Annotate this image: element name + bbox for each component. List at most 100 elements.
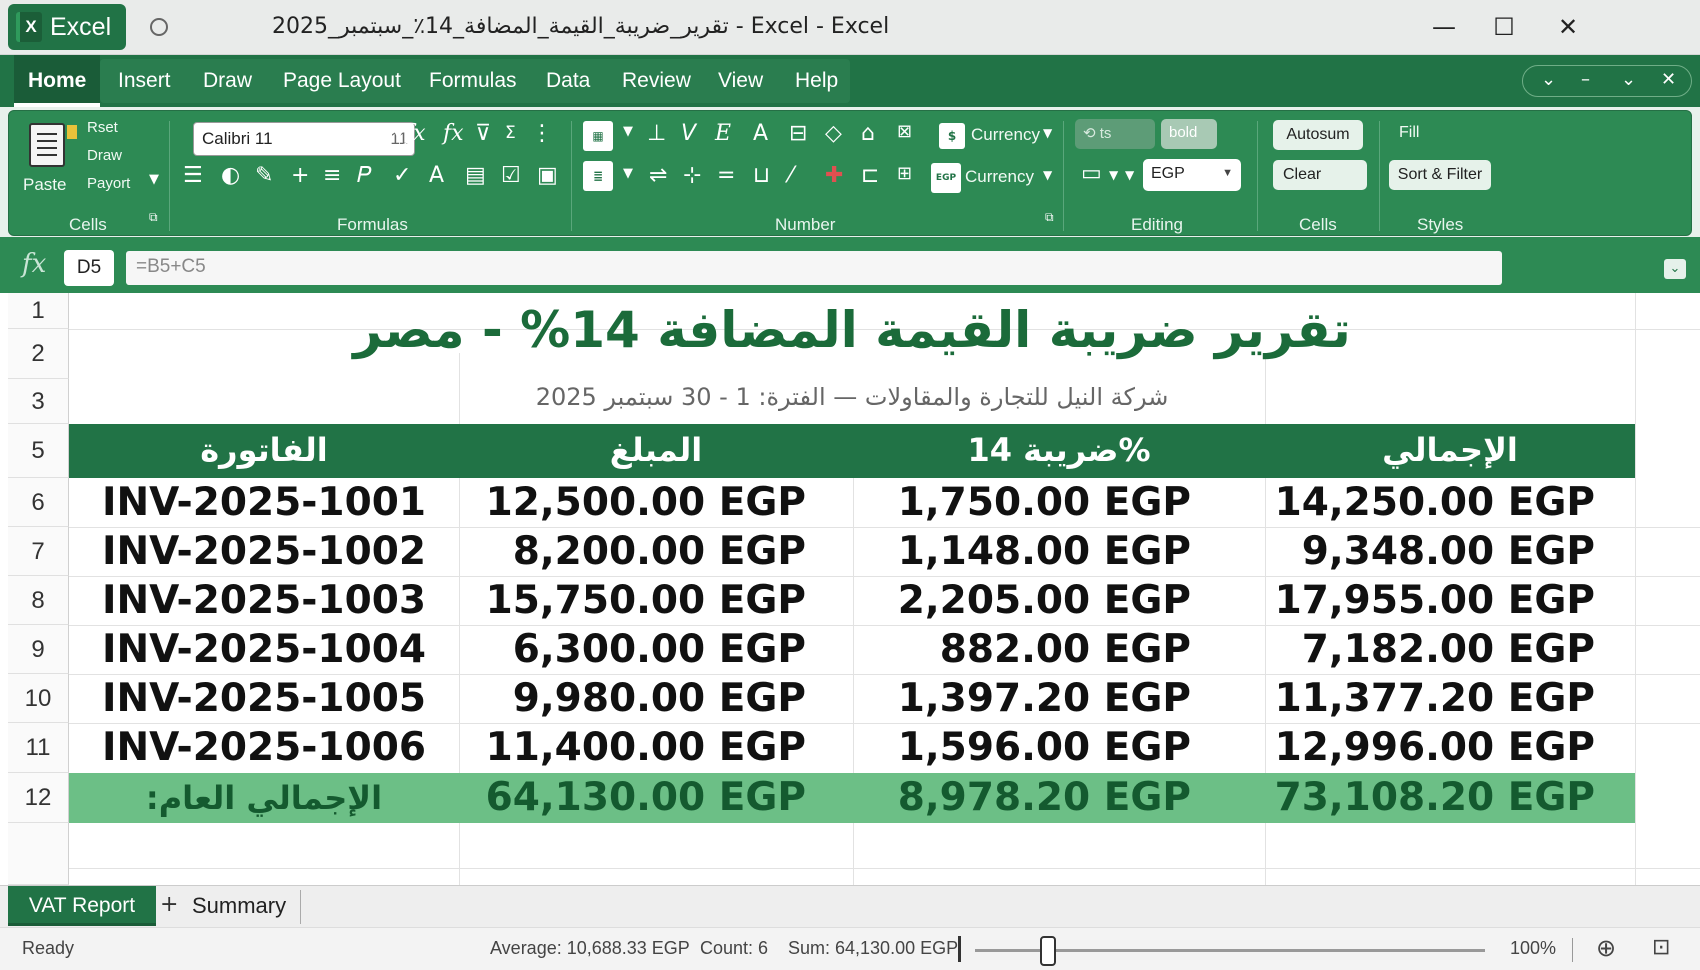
egp-select[interactable]: EGP ▼ (1143, 159, 1241, 191)
page-layout-view-icon[interactable]: ⊕ (1596, 934, 1616, 963)
header-total[interactable]: الإجمالي (1265, 424, 1635, 478)
chevron-down-icon[interactable]: ▼ (1043, 169, 1052, 181)
table-cell[interactable]: 1,750.00 EGP (853, 479, 1191, 527)
italic-icon[interactable]: 𝑃 (357, 165, 371, 187)
status-average[interactable]: Average: 10,688.33 EGP (490, 938, 690, 959)
tab-review[interactable]: Review (608, 55, 705, 107)
underline-icon[interactable]: V (681, 123, 696, 145)
merge-icon[interactable]: ⊹ (683, 165, 701, 187)
tab-view[interactable]: View (704, 55, 777, 107)
table-cell[interactable]: 1,596.00 EGP (853, 724, 1191, 772)
row-header-10[interactable]: 10 (8, 674, 69, 723)
header-invoice[interactable]: الفاتورة (69, 424, 459, 478)
add-sheet-button[interactable]: + (160, 892, 178, 917)
ribbon-close-icon[interactable]: ✕ (1661, 69, 1676, 90)
status-count[interactable]: Count: 6 (700, 938, 768, 959)
frame-icon[interactable]: ▣ (537, 165, 558, 187)
clear-button[interactable]: Clear (1273, 160, 1367, 190)
table-cell[interactable]: INV-2025-1006 (69, 724, 459, 772)
row-header-2[interactable]: 2 (8, 329, 69, 379)
clipboard-item-layout[interactable]: Payort (87, 175, 130, 192)
worksheet-grid[interactable]: 1 2 3 5 6 7 8 9 10 11 12 تقرير ضريبة الق… (0, 293, 1700, 885)
table-cell[interactable]: 9,348.00 EGP (1265, 528, 1595, 576)
table-cell[interactable]: 12,996.00 EGP (1265, 724, 1595, 772)
clipboard-item-draw[interactable]: Draw (87, 147, 122, 164)
more-icon[interactable]: ⋮ (531, 123, 553, 145)
table-cell[interactable]: 11,377.20 EGP (1265, 675, 1595, 723)
tab-formulas[interactable]: Formulas (415, 55, 531, 107)
wrap-icon[interactable]: ⇌ (649, 165, 667, 187)
table-cell[interactable]: 1,148.00 EGP (853, 528, 1191, 576)
list-icon[interactable]: ☰ (183, 165, 203, 187)
insert-function-icon[interactable]: fx (443, 123, 464, 145)
formula-input[interactable]: =B5+C5 (126, 251, 1502, 285)
tab-page-layout[interactable]: Page Layout (269, 55, 415, 107)
zoom-out-icon[interactable] (958, 936, 961, 962)
sheet-tab-summary[interactable]: Summary (192, 886, 286, 926)
grid-format-icon[interactable]: ▦ (583, 121, 613, 151)
filter-icon[interactable]: ⊽ (475, 123, 491, 145)
sum-icon[interactable]: Σ (505, 125, 516, 142)
tab-draw[interactable]: Draw (189, 55, 266, 107)
text-icon[interactable]: A (429, 165, 444, 187)
dialog-launcher-icon[interactable]: ⧉ (1045, 211, 1054, 223)
pin-icon[interactable]: ⊥ (647, 123, 666, 145)
header-vat[interactable]: ضريبة 14% (853, 424, 1265, 478)
paste-button[interactable]: Paste (23, 175, 66, 195)
format-button[interactable]: ⟲ ts (1075, 119, 1155, 149)
clipboard-dropdown-icon[interactable]: ▼ (149, 173, 159, 186)
table-cell[interactable]: INV-2025-1005 (69, 675, 459, 723)
sort-filter-button[interactable]: Sort & Filter (1389, 160, 1491, 190)
table-cell[interactable]: 12,500.00 EGP (459, 479, 806, 527)
plus-icon[interactable]: + (291, 165, 309, 187)
edit-icon[interactable]: ✎ (255, 165, 273, 187)
number-format-icon[interactable]: ⊞ (897, 165, 912, 183)
font-size-dropdown-icon[interactable]: ▼ (393, 127, 404, 141)
bold-button[interactable]: bold (1161, 119, 1217, 149)
table-cell[interactable]: 15,750.00 EGP (459, 577, 806, 625)
page-break-view-icon[interactable]: ⊡ (1652, 934, 1670, 960)
table-icon[interactable]: ▤ (465, 165, 486, 187)
row-header-9[interactable]: 9 (8, 625, 69, 674)
dropdown-icon[interactable]: ▼ (623, 167, 633, 180)
function-icon[interactable]: fx (405, 123, 426, 145)
equal-icon[interactable]: = (717, 165, 735, 187)
table-cell[interactable]: 14,250.00 EGP (1265, 479, 1595, 527)
chevron-down-icon[interactable]: ▼ (1043, 127, 1052, 139)
currency-dropdown-1[interactable]: Currency (971, 125, 1040, 145)
table-cell[interactable]: INV-2025-1003 (69, 577, 459, 625)
tab-home[interactable]: Home (14, 55, 101, 107)
zoom-level[interactable]: 100% (1510, 938, 1556, 959)
dropdown-icon[interactable]: ▼ (1125, 169, 1134, 181)
total-vat[interactable]: 8,978.20 EGP (853, 774, 1191, 822)
autosum-button[interactable]: Autosum (1273, 120, 1363, 150)
border-icon[interactable]: ⊔ (753, 165, 770, 187)
tab-data[interactable]: Data (532, 55, 604, 107)
autosave-icon[interactable] (150, 18, 168, 36)
eraser-icon[interactable]: ◇ (825, 123, 842, 145)
maximize-button[interactable]: ☐ (1484, 10, 1524, 44)
dialog-launcher-icon[interactable]: ⧉ (149, 211, 158, 223)
table-cell[interactable]: INV-2025-1001 (69, 479, 459, 527)
table-cell[interactable]: 1,397.20 EGP (853, 675, 1191, 723)
ribbon-collapse-icon[interactable]: ⌄ (1541, 69, 1556, 90)
strikethrough-icon[interactable]: ≡ (323, 165, 341, 187)
dropdown-icon[interactable]: ▼ (1109, 169, 1118, 181)
total-amount[interactable]: 64,130.00 EGP (459, 774, 806, 822)
report-subtitle[interactable]: شركة النيل للتجارة والمقاولات — الفترة: … (69, 383, 1635, 411)
format-painter-icon[interactable]: ⌂ (861, 123, 875, 145)
row-header-11[interactable]: 11 (8, 723, 69, 773)
ribbon-options-icon[interactable]: ⌄ (1621, 69, 1636, 90)
comment-icon[interactable]: ▭ (1081, 163, 1102, 185)
fill-color-icon[interactable]: ✚ (825, 165, 843, 187)
checklist-icon[interactable]: ☑ (501, 165, 521, 187)
minimize-button[interactable]: — (1424, 10, 1464, 44)
name-box[interactable]: D5 (64, 250, 114, 286)
row-header-6[interactable]: 6 (8, 478, 69, 527)
row-header-5[interactable]: 5 (8, 424, 69, 478)
currency-dropdown-2[interactable]: Currency (965, 167, 1034, 187)
table-cell[interactable]: 2,205.00 EGP (853, 577, 1191, 625)
total-label[interactable]: الإجمالي العام: (69, 774, 459, 822)
status-sum[interactable]: Sum: 64,130.00 EGP (788, 938, 958, 959)
bulb-icon[interactable]: ◐ (221, 165, 240, 187)
